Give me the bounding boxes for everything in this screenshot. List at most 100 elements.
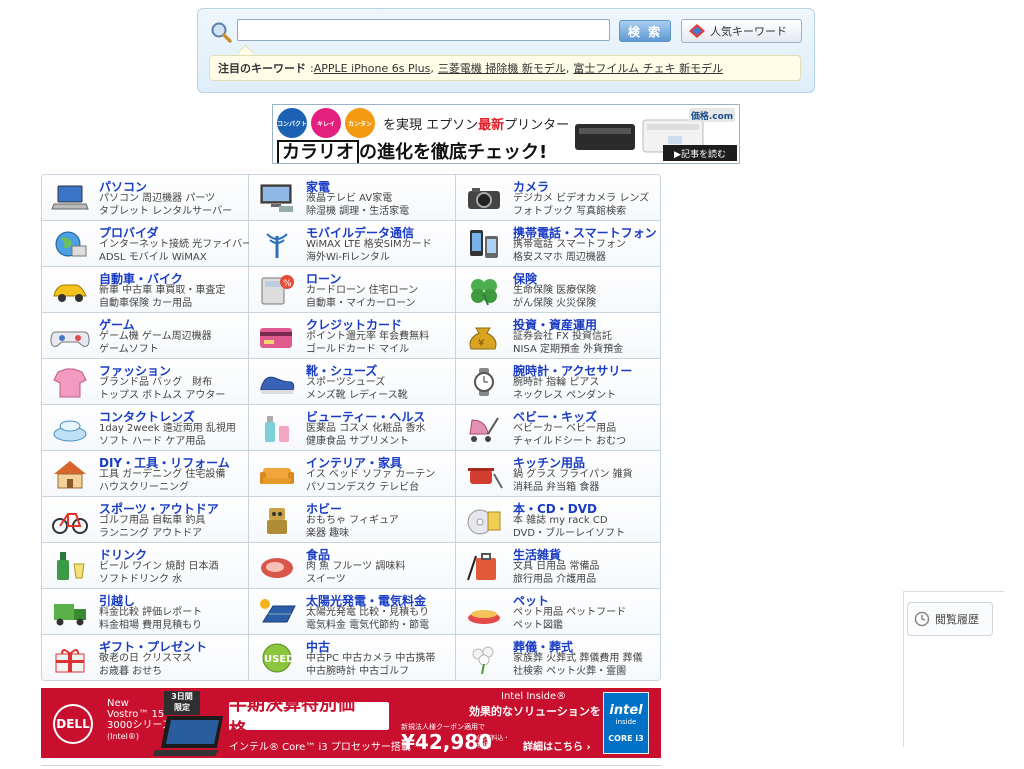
- dell-vostro-banner[interactable]: DELL New Vostro™ 15 3000シリーズ (Intel®) 3日…: [41, 688, 661, 758]
- category-cell[interactable]: ¥ 投資・資産運用 証券会社 FX 投資信託 NISA 定期預金 外貨預金: [456, 313, 660, 359]
- category-subcategories[interactable]: 生命保険 医療保険: [513, 285, 596, 297]
- category-cell[interactable]: スポーツ・アウトドア ゴルフ用品 自転車 釣具 ランニング アウトドア: [42, 497, 249, 543]
- category-subcategories[interactable]: イス ベッド ソファ カーテン: [306, 469, 435, 481]
- category-subcategories[interactable]: DVD・ブルーレイソフト: [513, 528, 625, 540]
- category-subcategories[interactable]: 料金相場 費用見積もり: [99, 620, 202, 632]
- category-subcategories[interactable]: 新車 中古車 車買取・車査定: [99, 285, 225, 297]
- category-subcategories[interactable]: ADSL モバイル WiMAX: [99, 252, 207, 264]
- category-cell[interactable]: 葬儀・葬式 家族葬 火葬式 葬儀費用 葬儀 社検索 ペット火葬・霊園: [456, 635, 660, 680]
- category-subcategories[interactable]: ランニング アウトドア: [99, 528, 202, 540]
- category-cell[interactable]: 本・CD・DVD 本 雑誌 my rack CD DVD・ブルーレイソフト: [456, 497, 660, 543]
- category-subcategories[interactable]: 健康食品 サプリメント: [306, 436, 409, 448]
- category-subcategories[interactable]: タブレット レンタルサーバー: [99, 206, 232, 218]
- history-button[interactable]: 閲覧履歴: [907, 602, 993, 636]
- category-subcategories[interactable]: ゲームソフト: [99, 344, 159, 356]
- category-subcategories[interactable]: パソコン 周辺機器 パーツ: [99, 193, 215, 205]
- category-cell[interactable]: モバイルデータ通信 WiMAX LTE 格安SIMカード 海外Wi-Fiレンタル: [249, 221, 456, 267]
- category-subcategories[interactable]: ペット図鑑: [513, 620, 563, 632]
- category-subcategories[interactable]: ゴールドカード マイル: [306, 344, 409, 356]
- category-subcategories[interactable]: スイーツ: [306, 574, 346, 586]
- category-cell[interactable]: USED 中古 中古PC 中古カメラ 中古携帯 中古腕時計 中古ゴルフ: [249, 635, 456, 680]
- category-subcategories[interactable]: ブランド品 バッグ 財布: [99, 377, 212, 389]
- category-subcategories[interactable]: ゴルフ用品 自転車 釣具: [99, 515, 205, 527]
- category-cell[interactable]: ビューティー・ヘルス 医薬品 コスメ 化粧品 香水 健康食品 サプリメント: [249, 405, 456, 451]
- category-subcategories[interactable]: おもちゃ フィギュア: [306, 515, 399, 527]
- category-cell[interactable]: コンタクトレンズ 1day 2week 遠近両用 乱視用 ソフト ハード ケア用品: [42, 405, 249, 451]
- category-subcategories[interactable]: 証券会社 FX 投資信託: [513, 331, 612, 343]
- category-subcategories[interactable]: 旅行用品 介護用品: [513, 574, 596, 586]
- category-subcategories[interactable]: 自動車保険 カー用品: [99, 298, 192, 310]
- search-input[interactable]: [237, 19, 610, 41]
- category-subcategories[interactable]: 中古腕時計 中古ゴルフ: [306, 666, 409, 678]
- category-subcategories[interactable]: 楽器 趣味: [306, 528, 349, 540]
- category-subcategories[interactable]: チャイルドシート おむつ: [513, 436, 626, 448]
- attention-keyword-link[interactable]: 三菱電機 掃除機 新モデル: [438, 60, 566, 76]
- category-subcategories[interactable]: インターネット接続 光ファイバー: [99, 239, 252, 251]
- category-subcategories[interactable]: トップス ボトムス アウター: [99, 390, 225, 402]
- category-subcategories[interactable]: スポーツシューズ: [306, 377, 385, 389]
- category-subcategories[interactable]: がん保険 火災保険: [513, 298, 596, 310]
- category-cell[interactable]: 太陽光発電・電気料金 太陽光発電 比較・見積もり 電気料金 電気代節約・節電: [249, 589, 456, 635]
- category-cell[interactable]: 引越し 料金比較 評価レポート 料金相場 費用見積もり: [42, 589, 249, 635]
- category-subcategories[interactable]: ハウスクリーニング: [99, 482, 189, 494]
- search-button[interactable]: 検 索: [619, 20, 671, 42]
- category-subcategories[interactable]: 中古PC 中古カメラ 中古携帯: [306, 653, 435, 665]
- category-cell[interactable]: インテリア・家具 イス ベッド ソファ カーテン パソコンデスク テレビ台: [249, 451, 456, 497]
- epson-printer-banner[interactable]: コンパクト キレイ カンタン を実現 エプソン最新プリンター カラリオ の進化を徹…: [272, 104, 740, 164]
- category-subcategories[interactable]: 文具 日用品 常備品: [513, 561, 599, 573]
- category-subcategories[interactable]: パソコンデスク テレビ台: [306, 482, 419, 494]
- category-subcategories[interactable]: 海外Wi-Fiレンタル: [306, 252, 390, 264]
- category-subcategories[interactable]: ポイント還元率 年会費無料: [306, 331, 429, 343]
- category-subcategories[interactable]: 格安スマホ 周辺機器: [513, 252, 606, 264]
- category-subcategories[interactable]: ペット用品 ペットフード: [513, 607, 626, 619]
- category-subcategories[interactable]: 敬老の日 クリスマス: [99, 653, 192, 665]
- category-subcategories[interactable]: ネックレス ペンダント: [513, 390, 616, 402]
- attention-keyword-link[interactable]: 富士フイルム チェキ 新モデル: [573, 60, 723, 76]
- category-cell[interactable]: ギフト・プレゼント 敬老の日 クリスマス お歳暮 おせち: [42, 635, 249, 680]
- category-subcategories[interactable]: ソフトドリンク 水: [99, 574, 182, 586]
- category-cell[interactable]: キッチン用品鍋 グラス フライパン 雑貨 消耗品 弁当箱 食器: [456, 451, 660, 497]
- category-subcategories[interactable]: 腕時計 指輪 ピアス: [513, 377, 599, 389]
- category-subcategories[interactable]: 液晶テレビ AV家電: [306, 193, 392, 205]
- category-subcategories[interactable]: デジカメ ビデオカメラ レンズ: [513, 193, 649, 205]
- category-cell[interactable]: カメラ デジカメ ビデオカメラ レンズ フォトブック 写真館検索: [456, 175, 660, 221]
- category-cell[interactable]: ゲーム ゲーム機 ゲーム周辺機器 ゲームソフト: [42, 313, 249, 359]
- category-subcategories[interactable]: お歳暮 おせち: [99, 666, 162, 678]
- category-subcategories[interactable]: メンズ靴 レディース靴: [306, 390, 408, 402]
- popular-keywords-button[interactable]: 人気キーワード: [681, 19, 802, 43]
- category-cell[interactable]: DIY・工具・リフォーム 工具 ガーデニング 住宅設備 ハウスクリーニング: [42, 451, 249, 497]
- category-cell[interactable]: % ローン カードローン 住宅ローン 自動車・マイカーローン: [249, 267, 456, 313]
- category-subcategories[interactable]: 肉 魚 フルーツ 調味料: [306, 561, 405, 573]
- category-subcategories[interactable]: ベビーカー ベビー用品: [513, 423, 616, 435]
- category-cell[interactable]: クレジットカード ポイント還元率 年会費無料 ゴールドカード マイル: [249, 313, 456, 359]
- category-cell[interactable]: 携帯電話・スマートフォン 携帯電話 スマートフォン 格安スマホ 周辺機器: [456, 221, 660, 267]
- category-cell[interactable]: 食品肉 魚 フルーツ 調味料 スイーツ: [249, 543, 456, 589]
- category-subcategories[interactable]: 医薬品 コスメ 化粧品 香水: [306, 423, 426, 435]
- category-subcategories[interactable]: 消耗品 弁当箱 食器: [513, 482, 599, 494]
- category-cell[interactable]: 靴・シューズ スポーツシューズ メンズ靴 レディース靴: [249, 359, 456, 405]
- category-subcategories[interactable]: 社検索 ペット火葬・霊園: [513, 666, 626, 678]
- category-cell[interactable]: プロバイダ インターネット接続 光ファイバー ADSL モバイル WiMAX: [42, 221, 252, 267]
- category-cell[interactable]: 生活雑貨 文具 日用品 常備品 旅行用品 介護用品: [456, 543, 660, 589]
- category-subcategories[interactable]: ソフト ハード ケア用品: [99, 436, 205, 448]
- category-subcategories[interactable]: WiMAX LTE 格安SIMカード: [306, 239, 432, 251]
- category-subcategories[interactable]: カードローン 住宅ローン: [306, 285, 418, 297]
- category-subcategories[interactable]: 自動車・マイカーローン: [306, 298, 416, 310]
- category-cell[interactable]: パソコン パソコン 周辺機器 パーツ タブレット レンタルサーバー: [42, 175, 249, 221]
- category-subcategories[interactable]: ゲーム機 ゲーム周辺機器: [99, 331, 212, 343]
- category-cell[interactable]: ペット ペット用品 ペットフード ペット図鑑: [456, 589, 660, 635]
- category-cell[interactable]: ドリンク ビール ワイン 焼酎 日本酒 ソフトドリンク 水: [42, 543, 249, 589]
- category-subcategories[interactable]: 太陽光発電 比較・見積もり: [306, 607, 429, 619]
- dell-details-link[interactable]: 詳細はこちら ›: [523, 738, 591, 753]
- category-subcategories[interactable]: 鍋 グラス フライパン 雑貨: [513, 469, 633, 481]
- category-subcategories[interactable]: 本 雑誌 my rack CD: [513, 515, 608, 527]
- category-cell[interactable]: ベビー・キッズ ベビーカー ベビー用品 チャイルドシート おむつ: [456, 405, 660, 451]
- category-cell[interactable]: ホビー おもちゃ フィギュア 楽器 趣味: [249, 497, 456, 543]
- category-cell[interactable]: 腕時計・アクセサリー 腕時計 指輪 ピアス ネックレス ペンダント: [456, 359, 660, 405]
- category-cell[interactable]: 家電 液晶テレビ AV家電 除湿機 調理・生活家電: [249, 175, 456, 221]
- category-subcategories[interactable]: 料金比較 評価レポート: [99, 607, 202, 619]
- category-subcategories[interactable]: 除湿機 調理・生活家電: [306, 206, 409, 218]
- read-article-button[interactable]: ▶記事を読む: [663, 145, 737, 161]
- category-subcategories[interactable]: ビール ワイン 焼酎 日本酒: [99, 561, 219, 573]
- category-subcategories[interactable]: 1day 2week 遠近両用 乱視用: [99, 423, 236, 435]
